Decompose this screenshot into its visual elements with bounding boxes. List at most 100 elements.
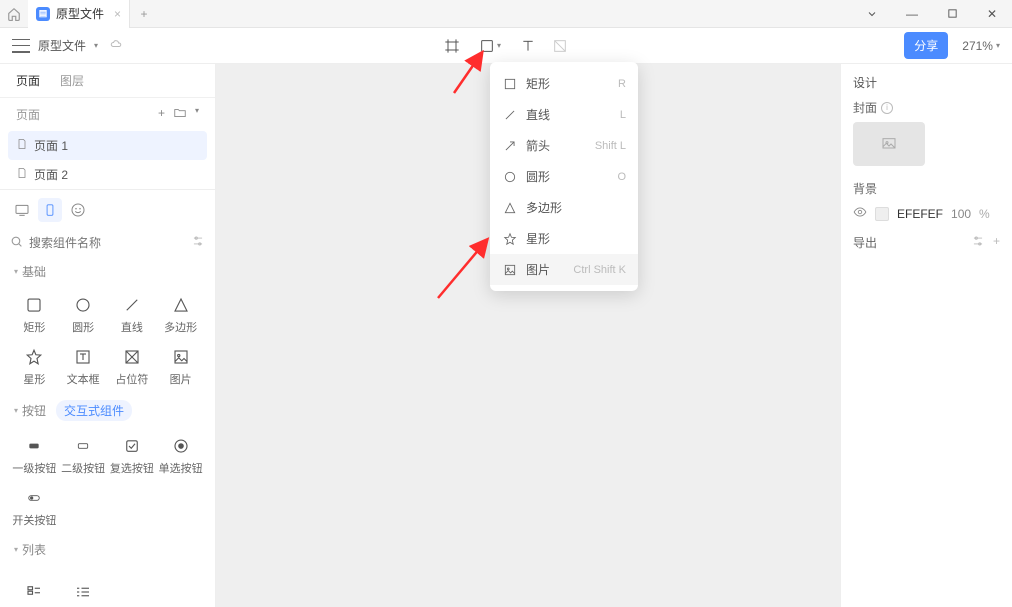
new-tab-button[interactable]: + (130, 0, 158, 28)
dd-label: 星形 (526, 230, 550, 247)
comp-placeholder[interactable]: 占位符 (108, 340, 157, 392)
help-icon[interactable]: i (881, 102, 893, 114)
component-category-tabs (0, 190, 215, 230)
home-button[interactable] (0, 0, 28, 28)
comp-list-item[interactable] (59, 566, 108, 607)
close-button[interactable]: ✕ (972, 0, 1012, 28)
comp-label: 圆形 (72, 319, 94, 335)
comp-radio-button[interactable]: 单选按钮 (156, 429, 205, 481)
comp-rectangle[interactable]: 矩形 (10, 288, 59, 340)
dd-shortcut: L (620, 109, 626, 121)
comp-label: 单选按钮 (159, 460, 203, 476)
components-panel: ▾基础 矩形 圆形 直线 多边形 星形 文本框 占位符 图片 ▾按钮交互式组件 … (0, 189, 215, 607)
smile-category[interactable] (66, 198, 90, 222)
desktop-category[interactable] (10, 198, 34, 222)
zoom-control[interactable]: 271%▾ (962, 39, 1000, 53)
caret-icon: ▾ (14, 267, 18, 276)
add-page-icon[interactable]: + (158, 106, 165, 123)
star-icon (502, 232, 518, 246)
dd-shortcut: R (618, 78, 626, 90)
mobile-category[interactable] (38, 198, 62, 222)
comp-toggle-button[interactable]: 开关按钮 (10, 481, 59, 533)
folder-icon[interactable] (173, 106, 187, 123)
toggle-icon (23, 487, 45, 509)
line-icon (121, 294, 143, 316)
list-icon (23, 581, 45, 603)
cloud-sync-icon[interactable] (108, 38, 124, 53)
doc-name[interactable]: 原型文件 (38, 37, 86, 54)
shape-dropdown: 矩形R 直线L 箭头Shift L 圆形O 多边形 星形 图片Ctrl Shif… (490, 62, 638, 291)
slice-tool[interactable] (547, 33, 573, 59)
search-options-icon[interactable] (191, 234, 205, 251)
list-grid (0, 566, 215, 607)
page-item[interactable]: 页面 2 (8, 160, 207, 189)
left-tabs: 页面 图层 (0, 64, 215, 98)
text-frame-icon (72, 346, 94, 368)
circle-icon (502, 170, 518, 184)
share-button[interactable]: 分享 (904, 32, 948, 59)
titlebar: ▤ 原型文件 × + — ✕ (0, 0, 1012, 28)
comp-primary-button[interactable]: 一级按钮 (10, 429, 59, 481)
bg-hex[interactable]: EFEFEF (897, 207, 943, 221)
dd-polygon[interactable]: 多边形 (490, 192, 638, 223)
chevron-down-icon[interactable] (852, 0, 892, 28)
section-buttons[interactable]: ▾按钮交互式组件 (0, 392, 215, 429)
add-export-icon[interactable]: + (993, 234, 1000, 251)
dd-arrow[interactable]: 箭头Shift L (490, 130, 638, 161)
app-header: 原型文件 ▾ ▾ 分享 271%▾ (0, 28, 1012, 64)
dd-rectangle[interactable]: 矩形R (490, 68, 638, 99)
search-icon (10, 235, 23, 251)
polygon-icon (170, 294, 192, 316)
dd-label: 图片 (526, 261, 550, 278)
section-basic[interactable]: ▾基础 (0, 255, 215, 288)
bg-opacity[interactable]: 100 (951, 207, 971, 221)
comp-label: 直线 (121, 319, 143, 335)
dd-image[interactable]: 图片Ctrl Shift K (490, 254, 638, 285)
comp-star[interactable]: 星形 (10, 340, 59, 392)
left-panel: 页面 图层 页面 + ▾ 页面 1 页面 2 (0, 64, 216, 607)
visibility-icon[interactable] (853, 205, 867, 222)
image-icon (502, 263, 518, 277)
settings-icon[interactable] (971, 234, 985, 251)
caret-icon: ▾ (14, 545, 18, 554)
component-search (0, 230, 215, 255)
dd-line[interactable]: 直线L (490, 99, 638, 130)
maximize-button[interactable] (932, 0, 972, 28)
tab-layers[interactable]: 图层 (60, 72, 84, 89)
search-input[interactable] (29, 236, 185, 250)
rectangle-icon (23, 294, 45, 316)
dd-star[interactable]: 星形 (490, 223, 638, 254)
comp-line[interactable]: 直线 (108, 288, 157, 340)
section-label-text: 列表 (22, 541, 46, 558)
export-label: 导出 (853, 234, 877, 251)
color-swatch[interactable] (875, 207, 889, 221)
tab-pages[interactable]: 页面 (16, 72, 40, 89)
file-icon (16, 137, 28, 154)
dd-circle[interactable]: 圆形O (490, 161, 638, 192)
comp-polygon[interactable]: 多边形 (156, 288, 205, 340)
section-list[interactable]: ▾ 列表 (0, 533, 215, 566)
document-tab[interactable]: ▤ 原型文件 × (28, 0, 130, 28)
comp-circle[interactable]: 圆形 (59, 288, 108, 340)
comp-checkbox-button[interactable]: 复选按钮 (108, 429, 157, 481)
pages-heading: 页面 (16, 106, 40, 123)
comp-text[interactable]: 文本框 (59, 340, 108, 392)
page-item[interactable]: 页面 1 (8, 131, 207, 160)
text-tool[interactable] (515, 33, 541, 59)
dd-shortcut: Shift L (595, 140, 626, 152)
dd-label: 多边形 (526, 199, 562, 216)
secondary-btn-icon (72, 435, 94, 457)
menu-button[interactable] (12, 39, 30, 53)
comp-secondary-button[interactable]: 二级按钮 (59, 429, 108, 481)
comp-list-item[interactable] (10, 566, 59, 607)
comp-label: 二级按钮 (61, 460, 105, 476)
minimize-button[interactable]: — (892, 0, 932, 28)
comp-image[interactable]: 图片 (156, 340, 205, 392)
doc-name-chevron-icon[interactable]: ▾ (94, 41, 98, 50)
cover-thumbnail[interactable] (853, 122, 925, 166)
close-tab-icon[interactable]: × (114, 7, 121, 21)
rectangle-icon (502, 77, 518, 91)
annotation-arrow (433, 233, 493, 306)
sort-chevron-icon[interactable]: ▾ (195, 106, 199, 123)
star-icon (23, 346, 45, 368)
